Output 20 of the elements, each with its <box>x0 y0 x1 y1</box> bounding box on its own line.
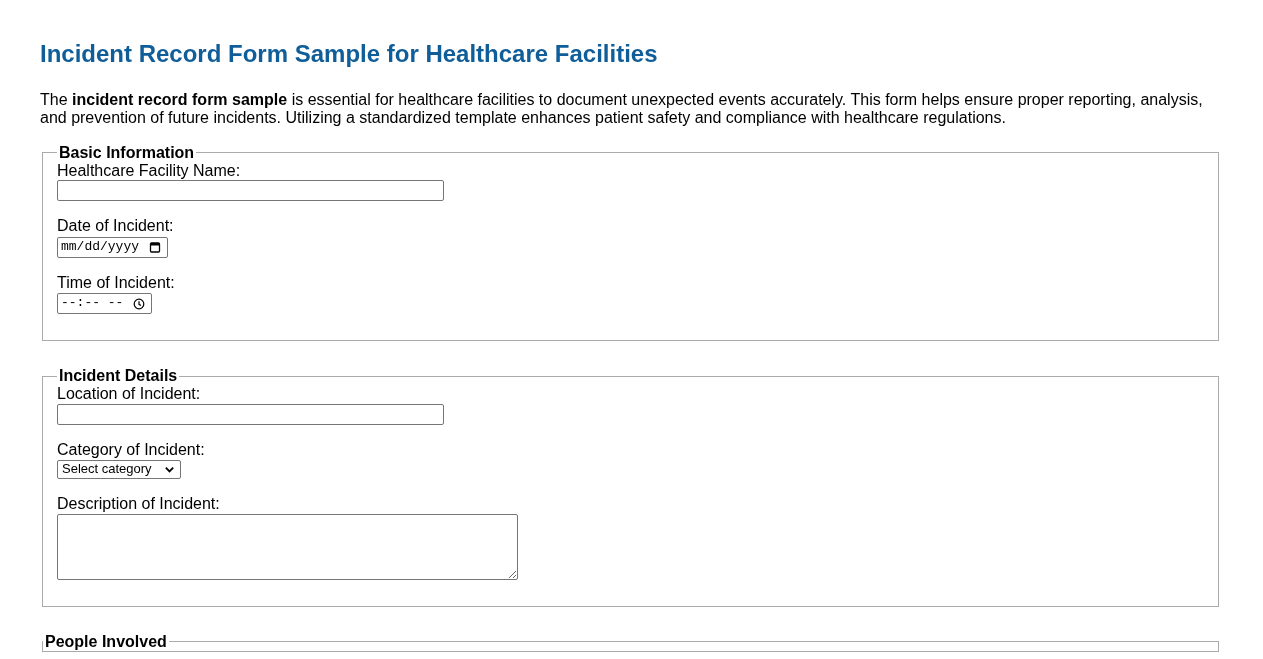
intro-paragraph: The incident record form sample is essential for healthcare facilities to document unexpected events accurately. This form helps ensure proper reporting, analysis, and prevention of future incidents. Utilizing a standardized template enhances patient safety and compliance with healthcare regulations. <box>40 90 1204 128</box>
time-field[interactable]: --:-- -- <box>57 293 153 315</box>
text-area[interactable] <box>57 513 518 580</box>
chevron-down-icon <box>163 464 175 476</box>
field-label: Date of Incident: <box>57 217 175 236</box>
section-legend: People Involved <box>43 632 169 651</box>
field-label: Location of Incident: <box>57 385 202 404</box>
field-label: Time of Incident: <box>57 273 176 293</box>
field-label: Healthcare Facility Name: <box>57 161 242 181</box>
text-field[interactable] <box>57 403 444 425</box>
text-field[interactable] <box>57 180 444 202</box>
section-legend: Basic Information <box>57 143 197 162</box>
section-legend: Incident Details <box>57 367 180 386</box>
dropdown-select[interactable]: Select category <box>57 460 181 480</box>
field-label: Category of Incident: <box>57 440 206 460</box>
page-title: Incident Record Form Sample for Healthcare Facilities <box>40 40 659 69</box>
calendar-icon <box>149 241 161 254</box>
date-field[interactable]: mm/dd/yyyy <box>57 236 168 258</box>
clock-icon <box>133 297 146 310</box>
field-label: Description of Incident: <box>57 495 221 514</box>
